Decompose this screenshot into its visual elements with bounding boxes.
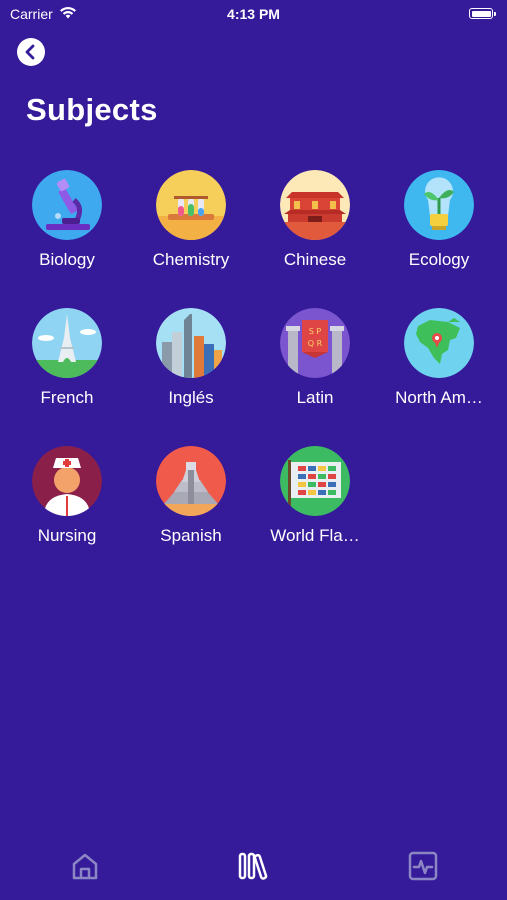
subject-latin[interactable]: S P Q R Latin <box>253 308 377 428</box>
status-bar: Carrier 4:13 PM <box>0 0 507 28</box>
subject-chinese[interactable]: Chinese <box>253 170 377 290</box>
subject-spanish[interactable]: Spanish <box>129 446 253 566</box>
svg-text:S P: S P <box>309 327 322 336</box>
forbidden-city-icon <box>280 170 350 240</box>
subject-label: Spanish <box>160 526 222 545</box>
tab-activity[interactable] <box>403 848 443 884</box>
subject-biology[interactable]: Biology <box>5 170 129 290</box>
tab-bar <box>0 838 507 900</box>
subject-label: Latin <box>296 388 334 407</box>
subject-label: World Fla… <box>270 526 360 545</box>
sprout-lightbulb-icon <box>404 170 474 240</box>
activity-icon <box>408 851 438 881</box>
eiffel-tower-icon <box>32 308 102 378</box>
svg-text:Q R: Q R <box>308 339 323 348</box>
subject-label: Ecology <box>408 250 470 269</box>
back-button[interactable] <box>17 38 45 66</box>
world-flags-icon <box>280 446 350 516</box>
status-time: 4:13 PM <box>227 6 280 22</box>
subject-french[interactable]: French <box>5 308 129 428</box>
subject-chemistry[interactable]: Chemistry <box>129 170 253 290</box>
subject-world-flags[interactable]: World Fla… <box>253 446 377 566</box>
test-tubes-icon <box>156 170 226 240</box>
spqr-banner-icon: S P Q R <box>280 308 350 378</box>
subject-label: Inglés <box>168 388 214 407</box>
battery-icon <box>469 8 496 19</box>
pyramid-icon <box>156 446 226 516</box>
subject-nursing[interactable]: Nursing <box>5 446 129 566</box>
tab-home[interactable] <box>65 848 105 884</box>
home-icon <box>72 853 98 880</box>
subject-label: Chemistry <box>152 250 230 269</box>
subject-label: North Am… <box>395 388 483 407</box>
library-icon <box>238 852 268 880</box>
north-america-map-icon <box>404 308 474 378</box>
nurse-icon <box>32 446 102 516</box>
subject-label: Biology <box>39 250 95 269</box>
subject-label: French <box>40 388 94 407</box>
subject-north-america[interactable]: North Am… <box>377 308 501 428</box>
subject-label: Nursing <box>37 526 97 545</box>
tab-library[interactable] <box>233 848 273 884</box>
microscope-icon <box>32 170 102 240</box>
chevron-left-icon <box>25 44 35 60</box>
subject-ecology[interactable]: Ecology <box>377 170 501 290</box>
subject-label: Chinese <box>283 250 347 269</box>
city-skyline-icon <box>156 308 226 378</box>
page-title: Subjects <box>26 92 158 127</box>
subject-ingles[interactable]: Inglés <box>129 308 253 428</box>
